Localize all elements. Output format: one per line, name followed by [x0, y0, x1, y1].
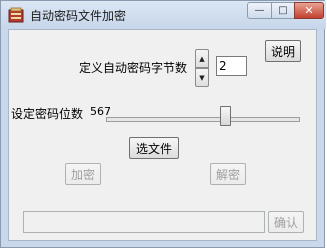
- app-window: 自动密码文件加密 — □ ✕ 定义自动密码字节数 ▲ ▼ 2 说明 设定密码位数…: [0, 0, 326, 248]
- window-title: 自动密码文件加密: [30, 9, 127, 23]
- minimize-icon: —: [254, 5, 265, 16]
- title-bar[interactable]: 自动密码文件加密 — □ ✕: [1, 1, 326, 29]
- close-icon: ✕: [304, 4, 314, 17]
- app-icon: [8, 7, 24, 23]
- key-bytes-spinner[interactable]: ▲ ▼: [195, 49, 209, 87]
- file-path-field[interactable]: [23, 211, 265, 233]
- client-area: 定义自动密码字节数 ▲ ▼ 2 说明 设定密码位数 567 选文件 加密 解密: [8, 29, 317, 241]
- encrypt-button-label: 加密: [70, 167, 95, 182]
- maximize-icon: □: [278, 5, 288, 16]
- close-button[interactable]: ✕: [294, 2, 324, 19]
- select-file-button-label: 选文件: [135, 141, 172, 156]
- key-bytes-input[interactable]: 2: [216, 56, 247, 76]
- arrow-down-icon: ▼: [199, 73, 205, 82]
- confirm-button-label: 确认: [273, 215, 298, 230]
- password-bits-slider-thumb[interactable]: [220, 106, 231, 126]
- decrypt-button-label: 解密: [215, 167, 240, 182]
- spin-up-button[interactable]: ▲: [195, 49, 209, 68]
- select-file-button[interactable]: 选文件: [129, 137, 179, 159]
- maximize-button[interactable]: □: [271, 2, 295, 19]
- minimize-button[interactable]: —: [247, 2, 271, 19]
- key-bytes-label: 定义自动密码字节数: [79, 61, 188, 75]
- password-bits-label: 设定密码位数: [11, 107, 84, 121]
- encrypt-button[interactable]: 加密: [65, 163, 101, 185]
- help-button-label: 说明: [270, 44, 295, 59]
- confirm-button[interactable]: 确认: [268, 211, 304, 233]
- decrypt-button[interactable]: 解密: [210, 163, 246, 185]
- arrow-up-icon: ▲: [199, 54, 205, 63]
- spin-down-button[interactable]: ▼: [195, 68, 209, 87]
- help-button[interactable]: 说明: [265, 40, 301, 62]
- password-bits-slider-track[interactable]: [106, 117, 300, 122]
